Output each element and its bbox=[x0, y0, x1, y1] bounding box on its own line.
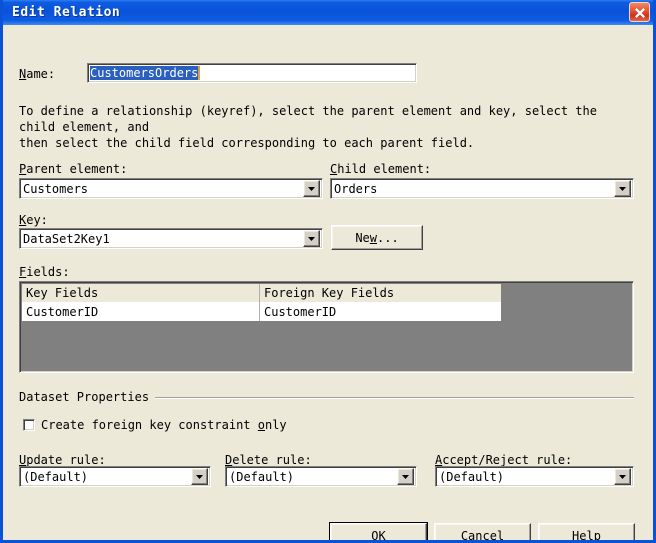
description-text: To define a relationship (keyref), selec… bbox=[19, 104, 597, 150]
delete-rule-combo[interactable]: (Default) bbox=[225, 466, 417, 487]
key-label: Key: bbox=[19, 213, 48, 227]
chevron-down-icon[interactable] bbox=[614, 180, 631, 197]
update-rule-combo[interactable]: (Default) bbox=[19, 466, 211, 487]
fields-grid-header: Key Fields Foreign Key Fields bbox=[22, 284, 501, 303]
title-bar[interactable]: Edit Relation bbox=[3, 0, 653, 25]
new-key-button-label: New... bbox=[355, 230, 399, 245]
delete-rule-value: (Default) bbox=[229, 469, 295, 484]
accept-reject-rule-value: (Default) bbox=[439, 469, 505, 484]
checkbox-label: Create foreign key constraint only bbox=[41, 418, 287, 432]
fields-grid[interactable]: Key Fields Foreign Key Fields CustomerID… bbox=[19, 281, 634, 373]
cancel-button-label: Cancel bbox=[460, 529, 505, 540]
update-rule-value: (Default) bbox=[23, 469, 89, 484]
chevron-down-icon[interactable] bbox=[397, 468, 414, 485]
name-input[interactable]: CustomersOrders bbox=[87, 63, 417, 83]
ok-button-label: OK bbox=[371, 529, 386, 540]
chevron-down-icon[interactable] bbox=[303, 180, 320, 197]
new-key-button[interactable]: New... bbox=[331, 225, 423, 250]
child-element-label: Child element: bbox=[330, 162, 432, 176]
chevron-down-icon[interactable] bbox=[303, 230, 320, 247]
parent-element-value: Customers bbox=[23, 181, 89, 196]
dataset-properties-group-label: Dataset Properties bbox=[19, 390, 156, 404]
cell-foreign-key-field[interactable]: CustomerID bbox=[260, 302, 501, 321]
table-row[interactable]: CustomerID CustomerID bbox=[22, 302, 501, 321]
child-element-value: Orders bbox=[334, 181, 378, 196]
cancel-button[interactable]: Cancel bbox=[434, 523, 531, 540]
help-button-label: Help bbox=[572, 529, 601, 540]
accept-reject-rule-combo[interactable]: (Default) bbox=[435, 466, 634, 487]
dialog-client-area: Name: CustomersOrders To define a relati… bbox=[3, 25, 653, 540]
edit-relation-dialog: Edit Relation Name: CustomersOrders To d… bbox=[0, 0, 656, 543]
column-header-key-fields: Key Fields bbox=[22, 284, 260, 302]
child-element-combo[interactable]: Orders bbox=[330, 178, 634, 199]
chevron-down-icon[interactable] bbox=[191, 468, 208, 485]
name-input-value: CustomersOrders bbox=[90, 66, 201, 80]
cell-key-field[interactable]: CustomerID bbox=[22, 302, 260, 321]
update-rule-label: Update rule: bbox=[19, 453, 106, 467]
checkbox-box-icon[interactable] bbox=[23, 419, 35, 431]
parent-element-label: Parent element: bbox=[19, 162, 128, 176]
name-label: Name: bbox=[19, 67, 56, 81]
key-combo[interactable]: DataSet2Key1 bbox=[19, 228, 323, 249]
close-icon[interactable] bbox=[629, 2, 650, 22]
key-value: DataSet2Key1 bbox=[23, 231, 110, 246]
column-header-foreign-key-fields: Foreign Key Fields bbox=[264, 286, 395, 300]
fields-grid-inner: Key Fields Foreign Key Fields CustomerID… bbox=[22, 284, 631, 370]
delete-rule-label: Delete rule: bbox=[225, 453, 312, 467]
fields-label: Fields: bbox=[19, 265, 70, 279]
parent-element-combo[interactable]: Customers bbox=[19, 178, 323, 199]
ok-button[interactable]: OK bbox=[329, 522, 428, 540]
help-button[interactable]: Help bbox=[538, 523, 635, 540]
window-title: Edit Relation bbox=[12, 5, 121, 20]
accept-reject-rule-label: Accept/Reject rule: bbox=[435, 453, 573, 467]
create-foreign-key-constraint-checkbox[interactable]: Create foreign key constraint only bbox=[23, 418, 287, 432]
chevron-down-icon[interactable] bbox=[614, 468, 631, 485]
